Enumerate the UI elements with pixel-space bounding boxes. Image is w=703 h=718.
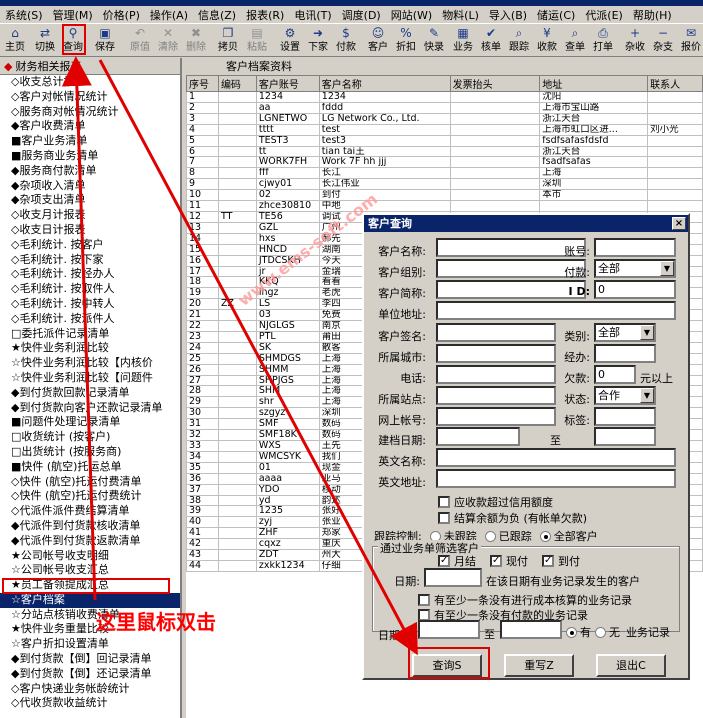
double-click-annotation: 这里鼠标双击: [96, 610, 216, 634]
app-window: 系统(S) 管理(M) 价格(P) 操作(A) 信息(Z) 报表(R) 电讯(T) 调度(D)…: [0, 0, 703, 718]
arrow-to-query-toolbar: [61, 56, 97, 601]
arrow-to-query-button: [98, 59, 418, 656]
